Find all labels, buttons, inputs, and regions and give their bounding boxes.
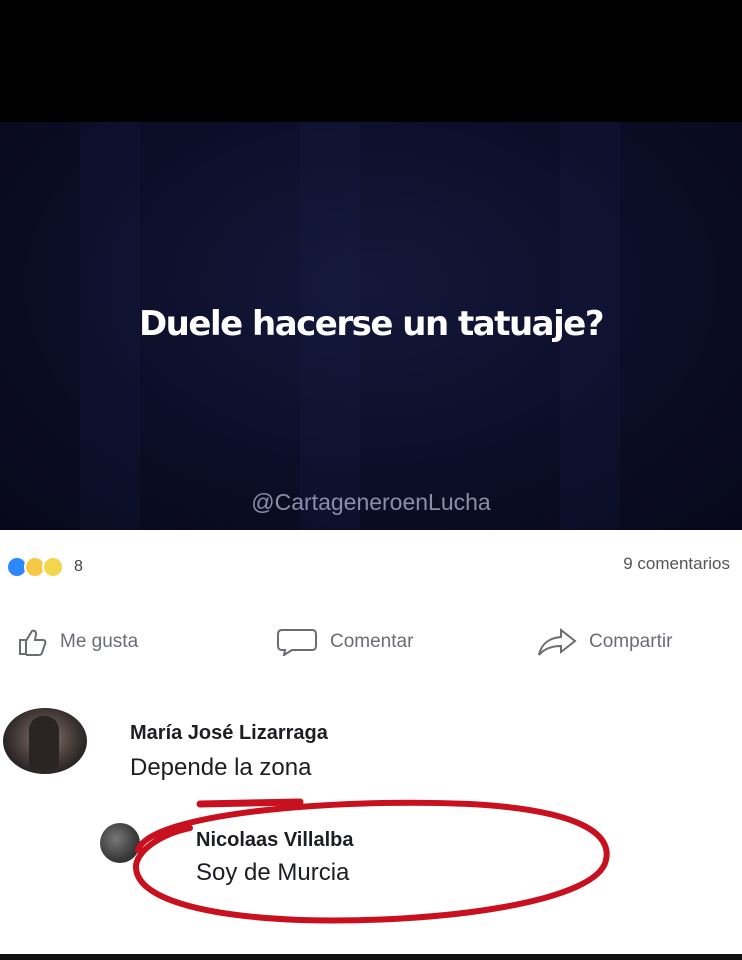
comments-count-link[interactable]: 9 comentarios — [623, 554, 730, 574]
comment-label: Comentar — [330, 631, 414, 652]
comment-text: Soy de Murcia — [196, 859, 350, 886]
reaction-count: 8 — [74, 558, 83, 575]
bottom-strip — [0, 954, 742, 960]
sad-reaction-icon — [42, 556, 64, 578]
post-footer-panel: 8 9 comentarios Me gusta Comentar Compar… — [0, 530, 742, 954]
comment-text: Depende la zona — [130, 754, 312, 781]
avatar[interactable] — [100, 823, 140, 863]
share-button[interactable]: Compartir — [535, 628, 672, 656]
like-button[interactable]: Me gusta — [18, 628, 138, 656]
share-label: Compartir — [589, 631, 673, 652]
thumbs-up-icon — [19, 629, 47, 656]
commenter-name[interactable]: María José Lizarraga — [130, 722, 328, 745]
like-label: Me gusta — [60, 631, 139, 652]
post-image[interactable]: Duele hacerse un tatuaje? @Cartageneroen… — [0, 122, 742, 530]
watermark: @CartageneroenLucha — [251, 489, 491, 515]
commenter-name[interactable]: Nicolaas Villalba — [196, 829, 354, 852]
red-highlight-circle — [133, 798, 610, 924]
avatar[interactable] — [3, 708, 87, 774]
top-black-bar — [0, 0, 742, 122]
comment-bubble-icon — [277, 629, 317, 656]
post-question: Duele hacerse un tatuaje? — [138, 304, 605, 344]
action-bar: Me gusta Comentar Compartir — [0, 628, 742, 664]
reactions-summary[interactable]: 8 — [6, 556, 83, 578]
share-arrow-icon — [538, 628, 577, 656]
comment-button[interactable]: Comentar — [276, 628, 413, 656]
